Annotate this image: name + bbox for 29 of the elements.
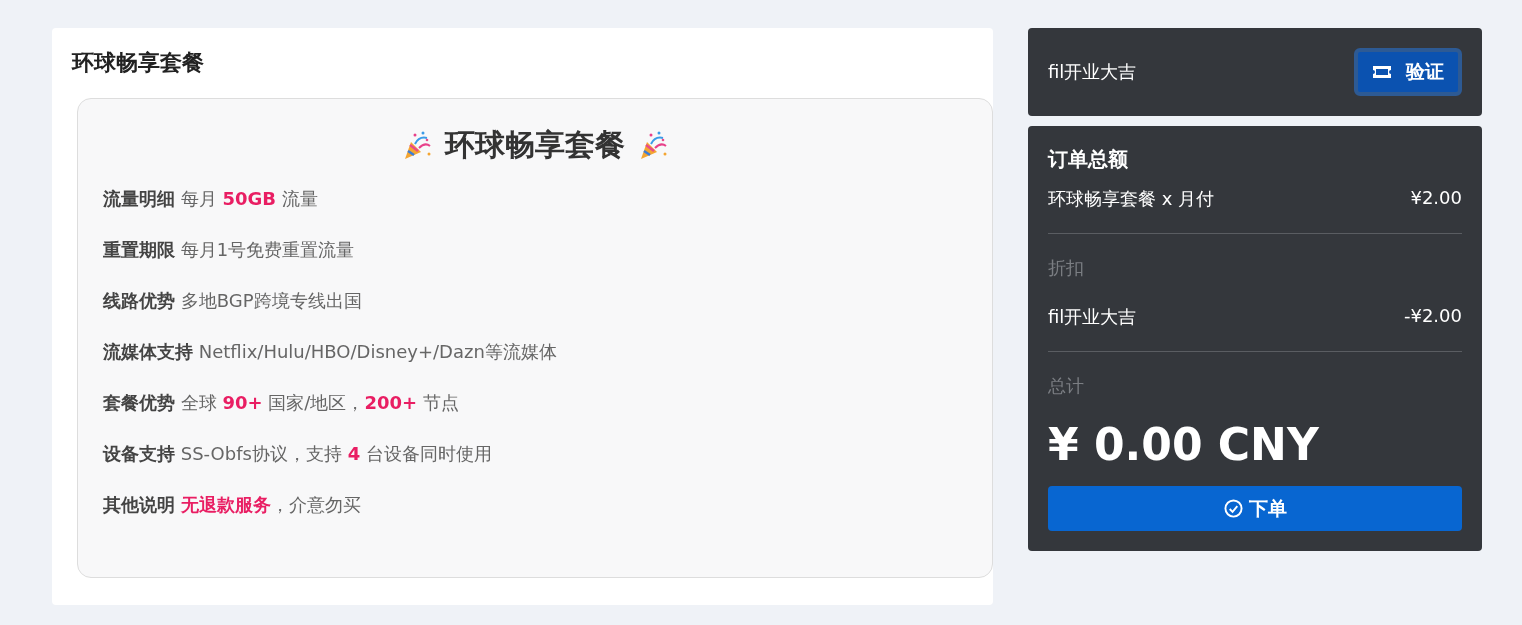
feature-value: 多地BGP跨境专线出国 bbox=[180, 290, 362, 311]
discount-name: fil开业大吉 bbox=[1048, 305, 1137, 329]
feature-label: 设备支持 bbox=[103, 443, 175, 464]
feature-value: 每月 50GB 流量 bbox=[180, 188, 318, 209]
coupon-field[interactable]: fil开业大吉 bbox=[1048, 61, 1268, 83]
feature-value: Netflix/Hulu/HBO/Disney+/Dazn等流媒体 bbox=[198, 341, 557, 362]
total-amount: ¥ 0.00 CNY bbox=[1048, 419, 1320, 470]
feature-value: 全球 90+ 国家/地区，200+ 节点 bbox=[180, 392, 459, 413]
feature-value: SS-Obfs协议，支持 4 台设备同时使用 bbox=[180, 443, 492, 464]
order-title: 订单总额 bbox=[1048, 146, 1129, 173]
ticket-icon bbox=[1372, 65, 1392, 79]
feature-label: 线路优势 bbox=[103, 290, 175, 311]
feature-value: 每月1号免费重置流量 bbox=[180, 239, 355, 260]
card-title: 环球畅享套餐 bbox=[72, 49, 205, 77]
plan-heading: 环球畅享套餐 bbox=[445, 126, 625, 164]
order-item: 环球畅享套餐 x 月付 bbox=[1048, 187, 1215, 211]
feature-label: 套餐优势 bbox=[103, 392, 175, 413]
feature-label: 其他说明 bbox=[103, 494, 175, 515]
verify-button[interactable]: 验证 bbox=[1354, 48, 1462, 96]
total-label: 总计 bbox=[1048, 374, 1085, 398]
feature-label: 重置期限 bbox=[103, 239, 175, 260]
check-circle-icon bbox=[1223, 499, 1243, 518]
feature-label: 流量明细 bbox=[103, 188, 175, 209]
submit-order-button[interactable]: 下单 bbox=[1048, 486, 1462, 531]
discount-amount: -¥2.00 bbox=[1403, 305, 1462, 328]
feature-label: 流媒体支持 bbox=[103, 341, 193, 362]
discount-label: 折扣 bbox=[1048, 256, 1085, 280]
item-price: ¥2.00 bbox=[1410, 187, 1462, 210]
feature-value: 无退款服务，介意勿买 bbox=[180, 494, 361, 515]
